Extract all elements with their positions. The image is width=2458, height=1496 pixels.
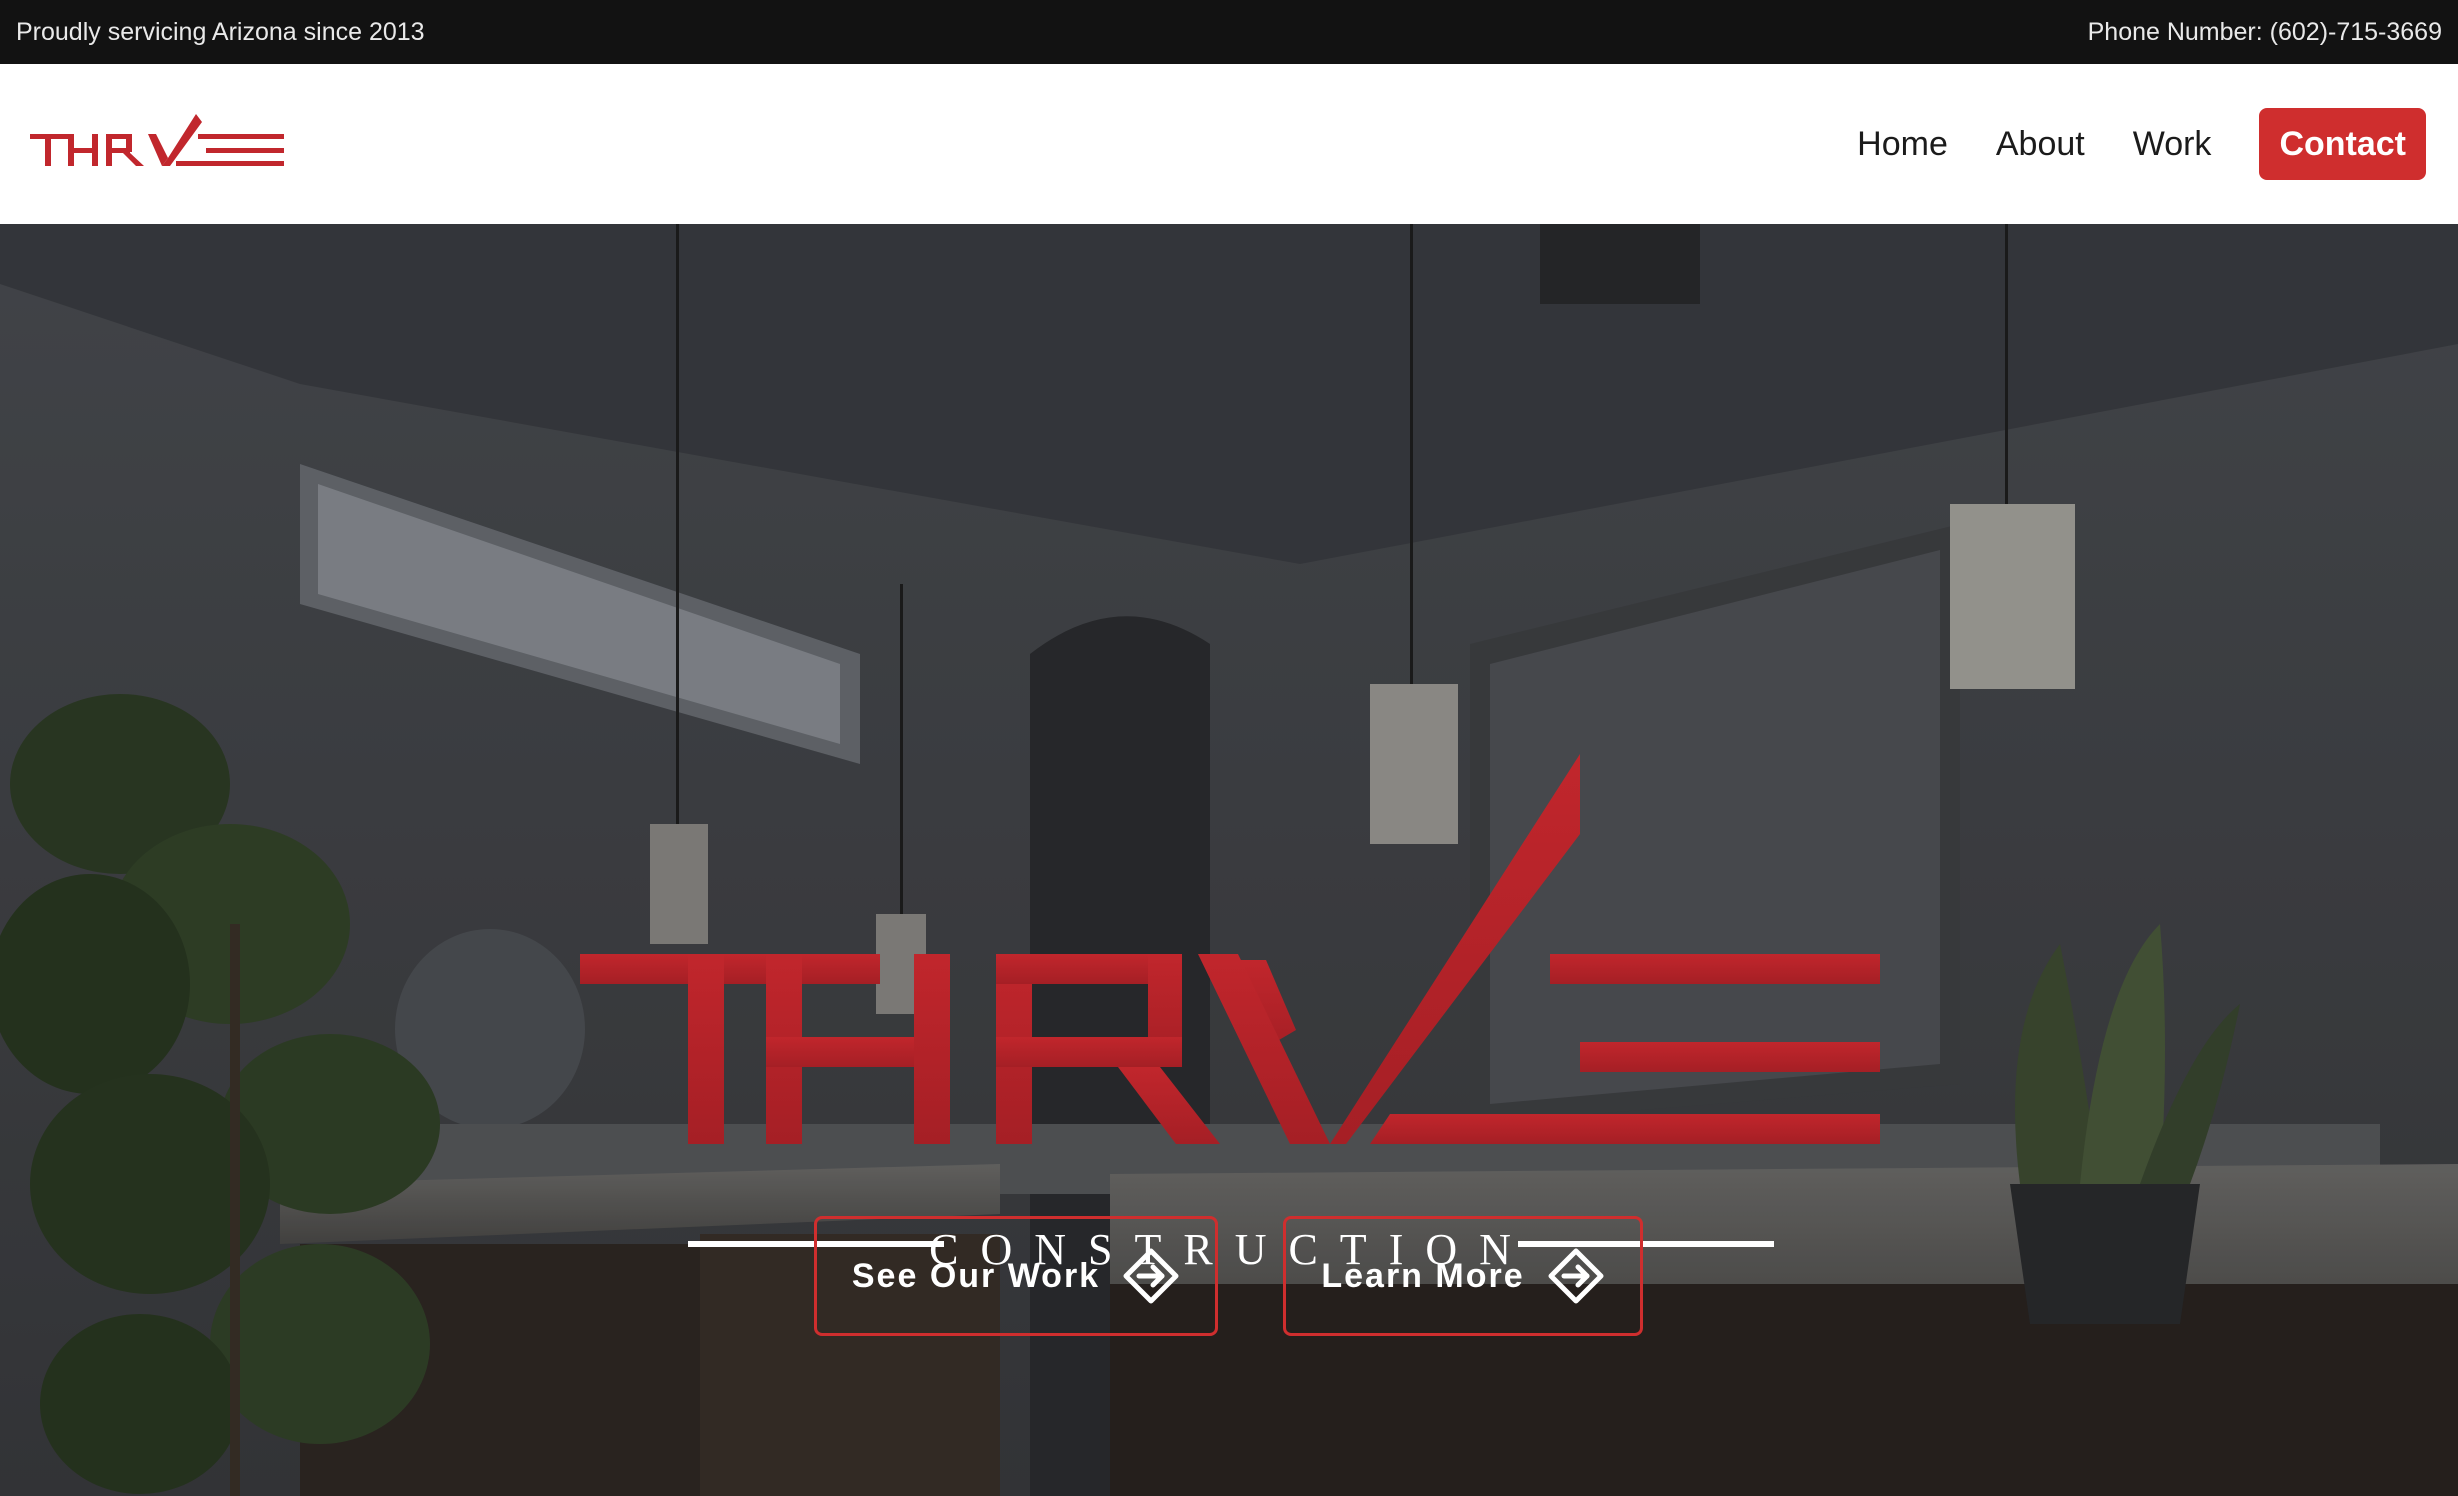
phone-number[interactable]: Phone Number: (602)-715-3669 <box>2088 18 2442 47</box>
tagline: Proudly servicing Arizona since 2013 <box>16 17 425 46</box>
hero-section: CONSTRUCTION See Our Work Learn More <box>0 224 2458 1496</box>
nav-work[interactable]: Work <box>2133 125 2212 164</box>
thrive-construction-hero-logo: CONSTRUCTION <box>580 754 1880 1274</box>
main-nav: Home About Work Contact <box>1857 108 2426 180</box>
nav-home[interactable]: Home <box>1857 125 1948 164</box>
contact-button[interactable]: Contact <box>2259 108 2426 180</box>
announcement-bar: Proudly servicing Arizona since 2013 Pho… <box>0 0 2458 64</box>
see-our-work-button[interactable]: See Our Work <box>814 1216 1218 1336</box>
diamond-arrow-right-icon <box>1123 1248 1179 1304</box>
diamond-arrow-right-icon <box>1548 1248 1604 1304</box>
site-header: Home About Work Contact <box>0 64 2458 224</box>
learn-more-button[interactable]: Learn More <box>1283 1216 1643 1336</box>
thrive-logo[interactable] <box>30 108 284 180</box>
learn-more-label: Learn More <box>1321 1256 1525 1295</box>
nav-about[interactable]: About <box>1996 125 2085 164</box>
see-our-work-label: See Our Work <box>851 1256 1101 1295</box>
